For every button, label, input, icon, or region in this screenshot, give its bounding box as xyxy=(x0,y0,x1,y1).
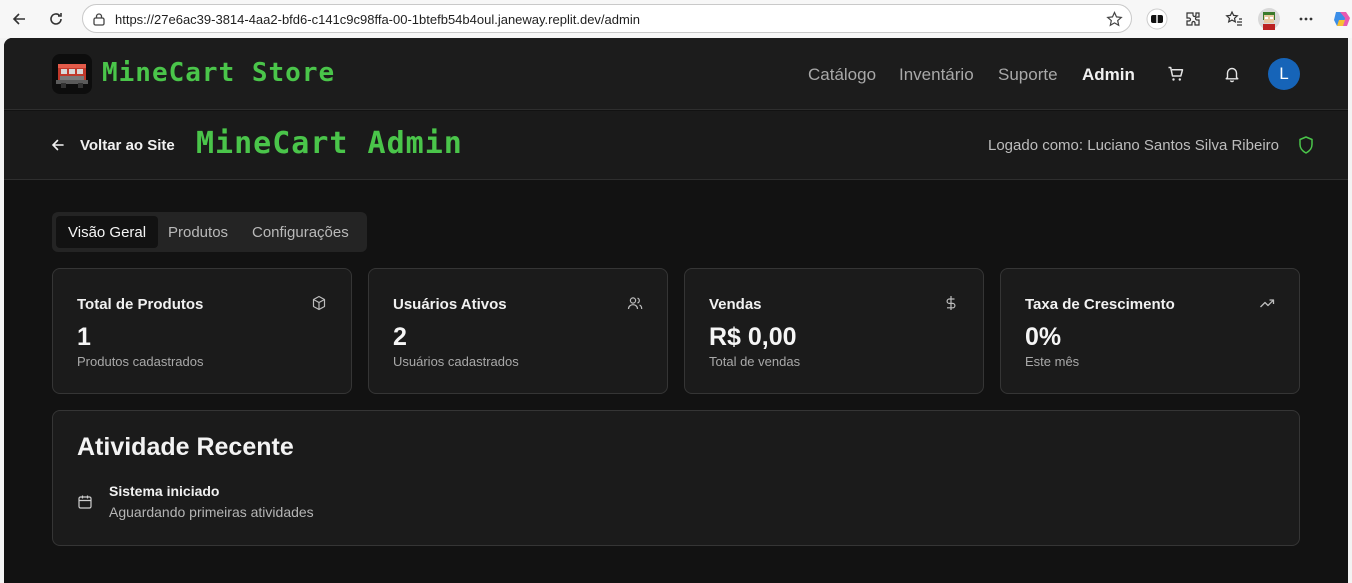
favorite-star-icon[interactable] xyxy=(1106,11,1123,33)
dollar-icon xyxy=(943,295,959,316)
brand-name[interactable]: MineCart Store xyxy=(102,58,335,88)
stat-value: 2 xyxy=(393,323,407,351)
back-arrow-icon[interactable] xyxy=(6,7,32,31)
tab-produtos[interactable]: Produtos xyxy=(156,216,240,248)
stat-value: R$ 0,00 xyxy=(709,323,797,351)
calendar-icon xyxy=(77,494,93,515)
nav-admin[interactable]: Admin xyxy=(1082,65,1135,85)
stat-value: 0% xyxy=(1025,323,1062,351)
extensions-puzzle-icon[interactable] xyxy=(1181,7,1205,31)
site-info-icon[interactable] xyxy=(92,12,106,31)
shield-icon xyxy=(1296,135,1316,160)
stat-title: Total de Produtos xyxy=(77,296,204,313)
extension-icon[interactable] xyxy=(1145,7,1169,31)
copilot-icon[interactable] xyxy=(1330,7,1352,31)
stat-subtitle: Produtos cadastrados xyxy=(77,354,204,369)
back-to-site-button[interactable]: Voltar ao Site xyxy=(40,128,185,162)
recent-activity-panel: Atividade Recente Sistema iniciado Aguar… xyxy=(52,410,1300,546)
app-viewport: MineCart Store Catálogo Inventário Supor… xyxy=(4,38,1348,583)
nav-inventario[interactable]: Inventário xyxy=(899,65,974,85)
top-navigation: MineCart Store Catálogo Inventário Supor… xyxy=(4,38,1348,110)
stat-card-usuarios-ativos: Usuários Ativos 2 Usuários cadastrados xyxy=(368,268,668,394)
activity-item-subtitle: Aguardando primeiras atividades xyxy=(109,504,314,520)
favorites-icon[interactable] xyxy=(1222,7,1246,31)
stat-value: 1 xyxy=(77,323,91,351)
tab-visao-geral[interactable]: Visão Geral xyxy=(56,216,159,248)
admin-title: MineCart Admin xyxy=(196,126,463,161)
url-text: https://27e6ac39-3814-4aa2-bfd6-c141c9c9… xyxy=(115,12,640,27)
profile-avatar-icon[interactable] xyxy=(1257,7,1281,31)
address-bar[interactable]: https://27e6ac39-3814-4aa2-bfd6-c141c9c9… xyxy=(82,4,1132,33)
nav-suporte[interactable]: Suporte xyxy=(998,65,1058,85)
page-edge xyxy=(1348,38,1352,583)
stat-card-vendas: Vendas R$ 0,00 Total de vendas xyxy=(684,268,984,394)
nav-catalogo[interactable]: Catálogo xyxy=(808,65,876,85)
stat-title: Usuários Ativos xyxy=(393,296,507,313)
store-logo-icon[interactable] xyxy=(52,54,92,94)
stat-title: Vendas xyxy=(709,296,762,313)
trending-up-icon xyxy=(1259,295,1275,316)
logged-in-user: Logado como: Luciano Santos Silva Ribeir… xyxy=(987,137,1279,154)
stat-title: Taxa de Crescimento xyxy=(1025,296,1175,313)
activity-item-title: Sistema iniciado xyxy=(109,483,220,499)
recent-activity-title: Atividade Recente xyxy=(77,433,294,461)
stat-subtitle: Este mês xyxy=(1025,354,1080,369)
admin-header: Voltar ao Site MineCart Admin Logado com… xyxy=(4,111,1348,180)
cart-icon[interactable] xyxy=(1166,64,1186,84)
package-icon xyxy=(311,295,327,316)
stat-subtitle: Usuários cadastrados xyxy=(393,354,519,369)
arrow-left-icon xyxy=(51,139,64,151)
more-menu-icon[interactable] xyxy=(1294,7,1318,31)
admin-tabs: Visão Geral Produtos Configurações xyxy=(52,212,367,252)
back-to-site-label: Voltar ao Site xyxy=(80,136,175,154)
users-icon xyxy=(627,295,643,316)
stat-card-taxa-crescimento: Taxa de Crescimento 0% Este mês xyxy=(1000,268,1300,394)
tab-configuracoes[interactable]: Configurações xyxy=(240,216,361,248)
stat-card-total-produtos: Total de Produtos 1 Produtos cadastrados xyxy=(52,268,352,394)
browser-toolbar: https://27e6ac39-3814-4aa2-bfd6-c141c9c9… xyxy=(0,0,1352,38)
reload-icon[interactable] xyxy=(43,7,69,31)
stat-subtitle: Total de vendas xyxy=(709,354,801,369)
bell-icon[interactable] xyxy=(1222,64,1242,84)
user-avatar[interactable]: L xyxy=(1268,58,1300,90)
